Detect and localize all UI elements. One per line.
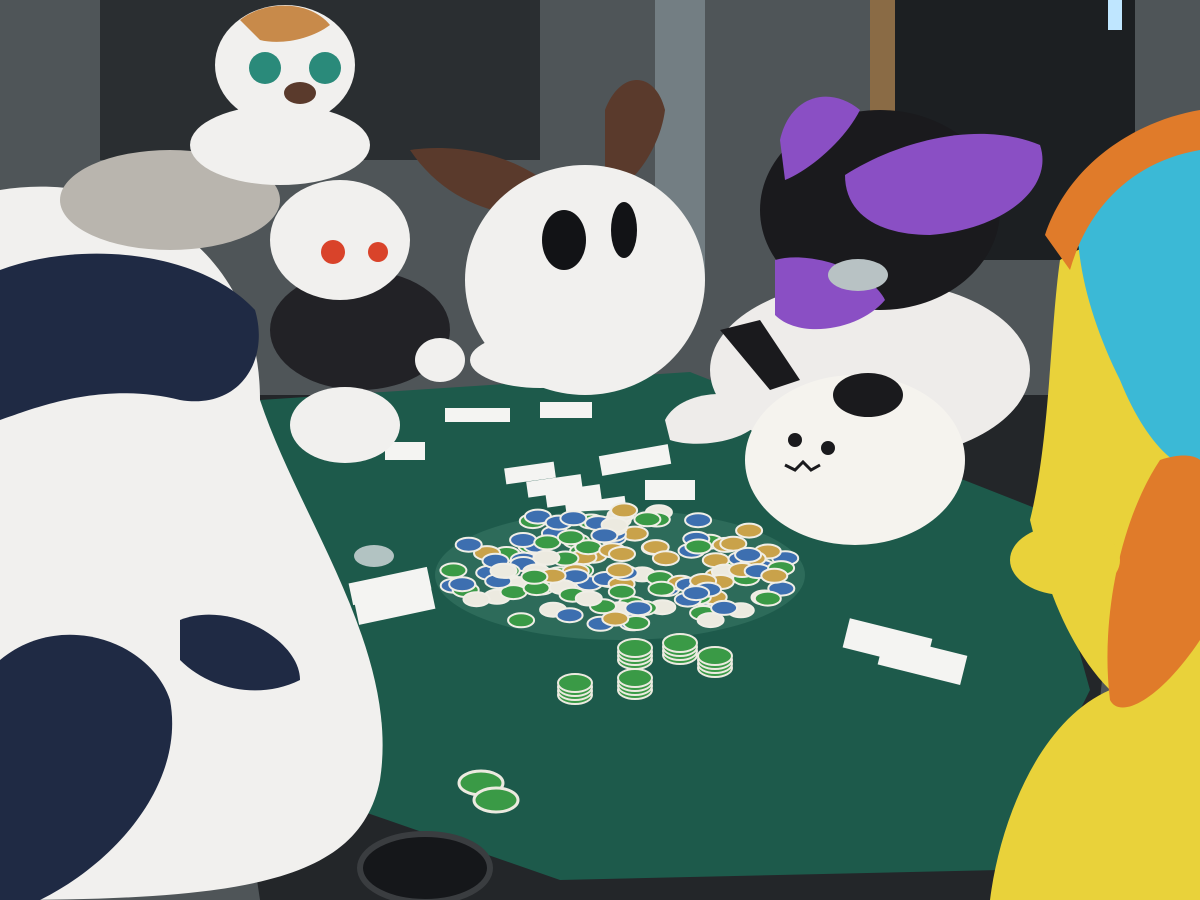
chip-icon <box>555 607 584 624</box>
plush-hat <box>833 373 903 417</box>
chip-icon <box>574 590 603 607</box>
plush-eye <box>821 441 835 455</box>
fursuit-head <box>270 180 410 300</box>
chip-icon <box>462 591 491 608</box>
fursuit-paw <box>415 338 465 382</box>
chip-icon <box>532 549 561 566</box>
chip-icon <box>662 633 698 653</box>
fursuit-eye <box>368 242 388 262</box>
chip-icon <box>507 612 536 629</box>
light-strip <box>1108 0 1122 30</box>
chip-icon <box>590 527 619 544</box>
chip-icon <box>520 568 549 585</box>
chip-icon <box>608 546 636 562</box>
fursuit-paw <box>290 387 400 463</box>
chip-icon <box>557 673 593 693</box>
plush-eye <box>788 433 802 447</box>
cup-holder-icon <box>357 831 493 900</box>
chip-icon <box>624 600 653 617</box>
chip-icon <box>489 562 518 579</box>
fursuit-eye <box>309 52 341 84</box>
chip-icon <box>509 532 538 548</box>
fursuit-paw <box>220 512 310 568</box>
card-icon <box>445 408 510 422</box>
chip-icon <box>472 786 520 814</box>
scene-canvas <box>0 0 1200 900</box>
chip-icon <box>682 585 711 602</box>
fursuit-nose <box>284 82 316 104</box>
fursuit-paw <box>470 332 610 388</box>
fursuit-eye <box>542 210 586 270</box>
door-frame-right <box>870 0 895 120</box>
chip-icon <box>556 529 585 546</box>
chip-icon <box>454 536 483 553</box>
chip-icon <box>760 567 789 584</box>
chip-icon <box>651 550 680 567</box>
chip-icon <box>610 502 639 519</box>
chip-icon <box>734 546 763 563</box>
chip-icon <box>439 562 468 579</box>
chip-icon <box>607 583 636 600</box>
fursuit-eye <box>321 240 345 264</box>
fursuit-chest <box>190 105 370 185</box>
fursuit-eye <box>828 259 888 291</box>
chip-icon <box>448 576 477 593</box>
fursuit-eye <box>611 202 637 258</box>
chip-icon <box>605 562 634 579</box>
chip-icon <box>617 638 653 658</box>
card-icon <box>540 402 592 418</box>
chip-icon <box>696 612 725 629</box>
chip-icon <box>533 534 562 551</box>
chip-icon <box>684 512 713 529</box>
chip-icon <box>633 511 662 528</box>
chip-icon <box>684 538 713 555</box>
chip-icon <box>753 590 782 607</box>
chip-icon <box>697 646 733 666</box>
fursuit-eye <box>249 52 281 84</box>
fursuit-paw <box>1010 525 1120 595</box>
chip-icon <box>735 522 764 539</box>
chip-icon <box>354 545 394 567</box>
card-icon <box>645 480 695 500</box>
chip-icon <box>647 580 676 597</box>
chip-icon <box>617 668 653 688</box>
chip-icon <box>559 510 588 527</box>
chip-icon <box>601 610 630 627</box>
